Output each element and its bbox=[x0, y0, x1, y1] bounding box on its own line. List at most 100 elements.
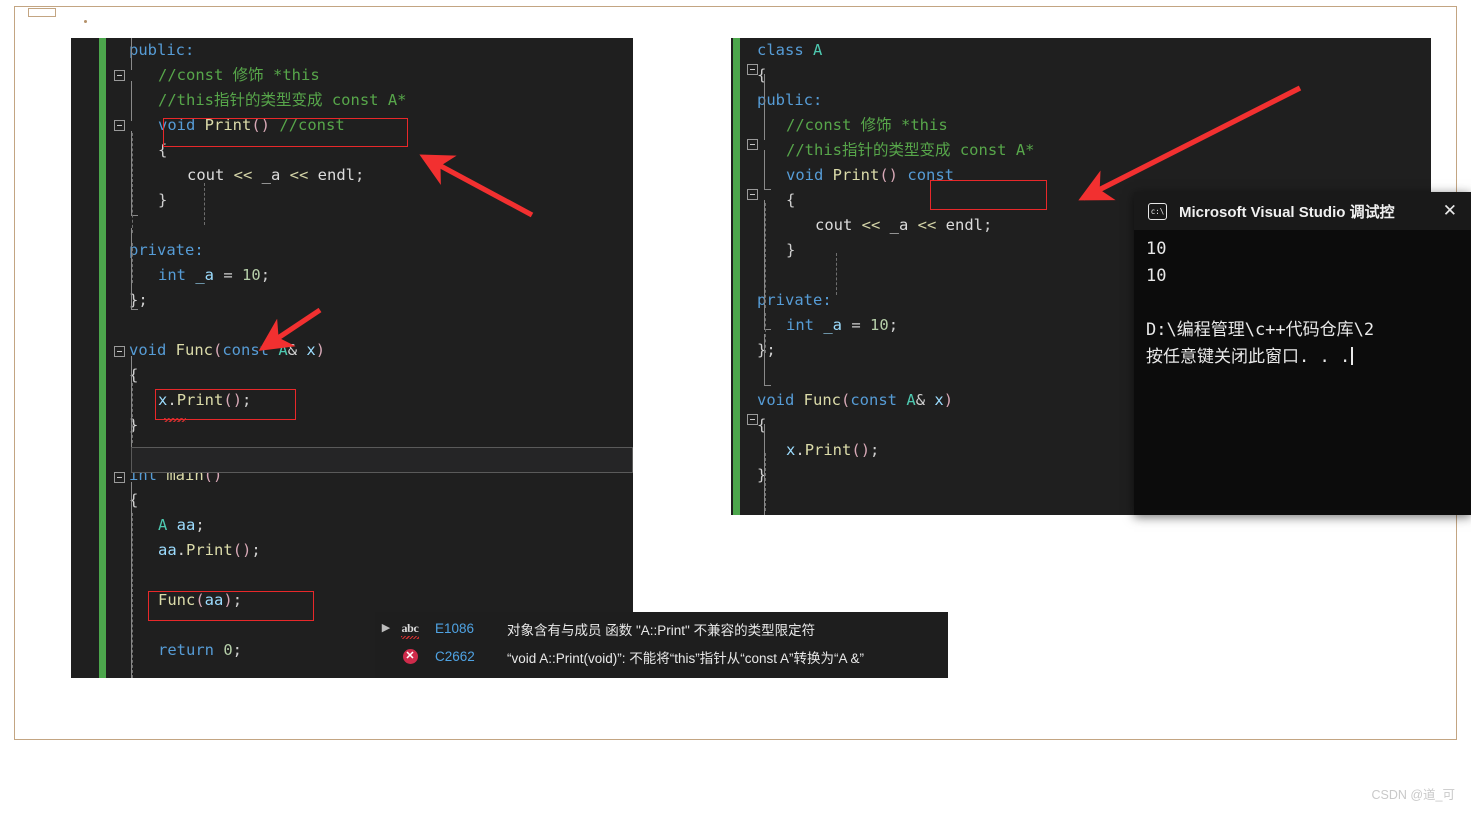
code-editor-left[interactable]: public: //const 修饰 *this //this指针的类型变成 con… bbox=[71, 38, 633, 678]
code-line: return 0; bbox=[158, 638, 242, 663]
code-token: x bbox=[158, 391, 168, 409]
code-token: A bbox=[158, 516, 168, 534]
code-line: //const 修饰 *this bbox=[786, 113, 948, 138]
code-token: A bbox=[278, 341, 288, 359]
code-token: () bbox=[851, 441, 871, 459]
fold-marker-icon[interactable] bbox=[114, 70, 125, 81]
code-line: //this指针的类型变成 const A* bbox=[158, 88, 406, 113]
code-token: const bbox=[222, 341, 279, 359]
code-line: public: bbox=[757, 88, 822, 113]
code-token: void bbox=[129, 341, 176, 359]
indent-guide bbox=[132, 243, 133, 283]
code-token: class bbox=[757, 41, 813, 59]
code-token: void bbox=[158, 116, 205, 134]
indent-guide bbox=[132, 133, 133, 233]
code-token: Func bbox=[158, 591, 196, 609]
code-token: 0 bbox=[223, 641, 233, 659]
code-token: const bbox=[907, 166, 955, 184]
indent-guide bbox=[131, 38, 132, 70]
code-token: ; bbox=[260, 266, 271, 284]
fold-marker-icon[interactable] bbox=[747, 139, 758, 150]
code-token: { bbox=[786, 191, 796, 209]
code-line: Func(aa); bbox=[158, 588, 242, 613]
code-line: } bbox=[786, 238, 795, 263]
code-line: x.Print(); bbox=[786, 438, 879, 463]
code-token: _a bbox=[814, 316, 852, 334]
code-text-left[interactable]: public: //const 修饰 *this //this指针的类型变成 con… bbox=[71, 38, 633, 678]
console-title-bar[interactable]: c:\ Microsoft Visual Studio 调试控 ✕ bbox=[1134, 192, 1471, 230]
indent-guide bbox=[764, 150, 771, 190]
code-token: . bbox=[176, 541, 187, 559]
code-line: //const 修饰 *this bbox=[158, 63, 320, 88]
code-token: ( bbox=[195, 591, 205, 609]
inline-scroll-strip[interactable] bbox=[131, 447, 633, 473]
fold-marker-icon[interactable] bbox=[747, 414, 758, 425]
code-line: public: bbox=[129, 38, 194, 63]
indent-guide bbox=[836, 253, 837, 295]
code-token: private: bbox=[757, 291, 832, 309]
close-icon[interactable]: ✕ bbox=[1443, 201, 1457, 221]
code-line: cout << _a << endl; bbox=[187, 163, 364, 188]
error-code[interactable]: C2662 bbox=[423, 649, 507, 664]
code-token: }; bbox=[757, 341, 776, 359]
fold-marker-icon[interactable] bbox=[114, 472, 125, 483]
code-line: void Func(const A& x) bbox=[129, 338, 325, 363]
code-token: ; bbox=[251, 541, 261, 559]
code-token: << bbox=[917, 216, 937, 234]
error-list-row[interactable]: ▶ abc E1086 对象含有与成员 函数 "A::Print" 不兼容的类型限定符 bbox=[375, 615, 948, 642]
code-token: Print bbox=[832, 166, 880, 184]
indent-guide bbox=[764, 74, 765, 140]
code-token: Print bbox=[176, 391, 224, 409]
code-token: cout bbox=[187, 166, 234, 184]
code-token: x bbox=[306, 341, 316, 359]
code-token: () bbox=[251, 116, 271, 134]
code-token: endl bbox=[936, 216, 984, 234]
indent-guide bbox=[132, 513, 133, 678]
code-token: << bbox=[289, 166, 309, 184]
error-list-panel[interactable]: ▶ abc E1086 对象含有与成员 函数 "A::Print" 不兼容的类型限定符… bbox=[375, 612, 948, 678]
fold-marker-icon[interactable] bbox=[114, 120, 125, 131]
code-line: A aa; bbox=[158, 513, 205, 538]
error-list-row[interactable]: ✕ C2662 “void A::Print(void)”: 不能将“this”指针… bbox=[375, 643, 948, 670]
fold-marker-icon[interactable] bbox=[747, 189, 758, 200]
code-line: }; bbox=[757, 338, 776, 363]
code-line: void Func(const A& x) bbox=[757, 388, 953, 413]
indent-guide bbox=[204, 183, 205, 225]
code-token: //this指针的类型变成 const A* bbox=[158, 91, 407, 109]
console-window[interactable]: c:\ Microsoft Visual Studio 调试控 ✕ 10 10 D… bbox=[1134, 192, 1471, 515]
error-message: “void A::Print(void)”: 不能将“this”指针从“cons… bbox=[507, 650, 865, 666]
frame-tab-marker bbox=[28, 8, 56, 17]
code-token: ; bbox=[242, 391, 252, 409]
error-code[interactable]: E1086 bbox=[423, 621, 507, 636]
code-token: = bbox=[851, 316, 861, 334]
code-token: _a bbox=[252, 166, 290, 184]
code-line: void Print() const bbox=[786, 163, 954, 188]
csdn-watermark: CSDN @道_可 bbox=[1371, 788, 1455, 802]
code-token: //const 修饰 *this bbox=[158, 66, 320, 84]
code-token: void bbox=[786, 166, 833, 184]
console-line: 按任意键关闭此窗口. . . bbox=[1146, 344, 1471, 371]
code-token: ; bbox=[232, 641, 243, 659]
code-token: = bbox=[223, 266, 233, 284]
code-token: aa bbox=[204, 591, 224, 609]
code-token: int bbox=[158, 266, 186, 284]
code-token: ) bbox=[315, 341, 326, 359]
code-line: //this指针的类型变成 const A* bbox=[786, 138, 1034, 163]
expander-triangle-icon[interactable]: ▶ bbox=[375, 623, 397, 634]
indent-guide bbox=[131, 81, 132, 121]
code-line: x.Print(); bbox=[158, 388, 251, 413]
fold-marker-icon[interactable] bbox=[114, 346, 125, 357]
code-token: Print bbox=[186, 541, 233, 559]
code-token: ; bbox=[232, 591, 243, 609]
code-token: ) bbox=[223, 591, 233, 609]
code-token: A bbox=[906, 391, 916, 409]
code-token: _a bbox=[186, 266, 224, 284]
code-token: . bbox=[167, 391, 177, 409]
code-token: return bbox=[158, 641, 224, 659]
code-token: int bbox=[786, 316, 814, 334]
fold-marker-icon[interactable] bbox=[747, 64, 758, 75]
indent-guide bbox=[765, 453, 766, 511]
